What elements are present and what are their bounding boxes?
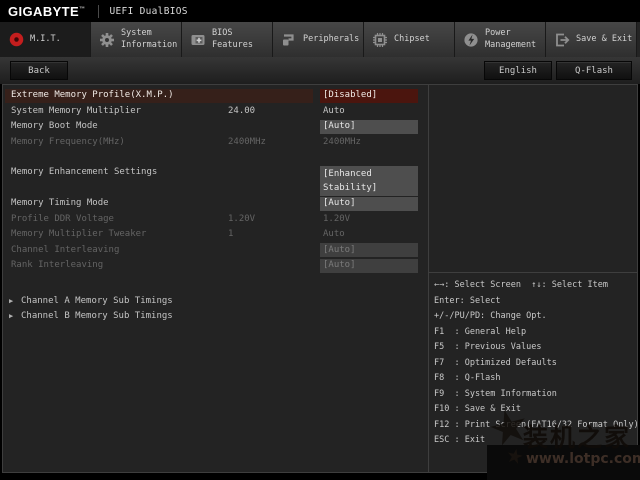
help-key-line: F9 : System Information xyxy=(434,388,557,399)
mit-icon xyxy=(7,31,25,49)
help-key-line: Enter: Select xyxy=(434,295,501,306)
tab-bar: M.I.T. System Information BIOS Features Perip… xyxy=(0,22,640,57)
submenu-row[interactable]: ▶ Channel A Memory Sub Timings xyxy=(3,294,428,310)
setting-row[interactable]: Extreme Memory Profile(X.M.P.) [Disabled] xyxy=(3,88,428,104)
tab-bios-features[interactable]: BIOS Features xyxy=(182,22,273,57)
help-key-line: F5 : Previous Values xyxy=(434,342,542,352)
setting-label: Memory Boot Mode xyxy=(11,121,98,131)
power-management-icon xyxy=(462,31,480,49)
bios-title: UEFI DualBIOS xyxy=(109,5,188,17)
help-key-line: ←→: Select Screen ↑↓: Select Item xyxy=(434,280,608,290)
setting-current-value: 2400MHz xyxy=(228,136,266,147)
qflash-button[interactable]: Q-Flash xyxy=(556,61,632,80)
tab-label: Save & Exit xyxy=(576,33,633,44)
title-divider xyxy=(97,4,99,18)
setting-row[interactable]: Memory Boot Mode [Auto] xyxy=(3,119,428,135)
chipset-icon xyxy=(371,31,389,49)
help-key-line: F7 : Optimized Defaults xyxy=(434,357,557,368)
setting-label: Channel B Memory Sub Timings xyxy=(21,311,173,321)
setting-current-value: 24.00 xyxy=(228,105,256,116)
tab-peripherals[interactable]: Peripherals xyxy=(273,22,364,57)
save-exit-icon xyxy=(553,31,571,49)
gigabyte-logo: GIGABYTE™ xyxy=(8,3,86,19)
trademark-symbol: ™ xyxy=(79,6,86,13)
setting-label: Channel A Memory Sub Timings xyxy=(21,295,173,306)
setting-label: System Memory Multiplier xyxy=(11,105,142,116)
setting-option-value: Auto xyxy=(323,229,345,239)
setting-current-value: 1.20V xyxy=(228,213,256,224)
help-key-line: +/-/PU/PD: Change Opt. xyxy=(434,311,547,321)
settings-list: Extreme Memory Profile(X.M.P.) [Disabled]… xyxy=(3,85,429,472)
bios-screen: GIGABYTE™ UEFI DualBIOS M.I.T. System Info… xyxy=(0,0,640,480)
tab-power-management[interactable]: Power Management xyxy=(455,22,546,57)
submenu-row[interactable]: ▶ Channel B Memory Sub Timings xyxy=(3,309,428,325)
system-information-icon xyxy=(98,31,116,49)
setting-row: Profile DDR Voltage 1.20V 1.20V xyxy=(3,212,428,228)
peripherals-icon xyxy=(280,31,298,49)
tab-label: Peripherals xyxy=(303,33,360,44)
toolbar: Back English Q-Flash xyxy=(0,57,640,84)
setting-option-value: [Auto] xyxy=(320,243,418,257)
setting-row: Channel Interleaving [Auto] xyxy=(3,243,428,259)
tab-save-exit[interactable]: Save & Exit xyxy=(546,22,637,57)
setting-label: Rank Interleaving xyxy=(11,260,104,270)
setting-option-value[interactable]: [Auto] xyxy=(320,119,418,134)
setting-row: Memory Multiplier Tweaker 1 Auto xyxy=(3,227,428,243)
row-spacer xyxy=(3,150,428,165)
tab-label: BIOS Features xyxy=(212,28,253,50)
tab-mit[interactable]: M.I.T. xyxy=(0,22,91,57)
language-button[interactable]: English xyxy=(484,61,552,80)
tab-label: Chipset xyxy=(394,33,430,44)
tab-label: Power Management xyxy=(485,28,537,50)
tab-chipset[interactable]: Chipset xyxy=(364,22,455,57)
setting-option-value[interactable]: [Auto] xyxy=(320,196,418,211)
setting-row: Rank Interleaving [Auto] xyxy=(3,258,428,274)
row-spacer xyxy=(3,274,428,294)
setting-label: Channel Interleaving xyxy=(11,244,120,255)
setting-row[interactable]: System Memory Multiplier 24.00 Auto xyxy=(3,104,428,120)
watermark-text: 装机之家 xyxy=(523,423,632,452)
help-key-line: F10 : Save & Exit xyxy=(434,404,521,414)
setting-label: Memory Frequency(MHz) xyxy=(11,136,125,147)
setting-option-value: 1.20V xyxy=(323,213,351,224)
bios-features-icon xyxy=(189,31,207,49)
setting-option-value[interactable]: Auto xyxy=(323,106,345,116)
watermark-url: www.lotpc.com xyxy=(526,451,640,467)
main-panel: Extreme Memory Profile(X.M.P.) [Disabled]… xyxy=(2,84,638,473)
help-key-line: F8 : Q-Flash xyxy=(434,373,501,383)
title-bar: GIGABYTE™ UEFI DualBIOS xyxy=(0,0,640,22)
help-panel: ←→: Select Screen ↑↓: Select Item Enter: … xyxy=(429,85,637,472)
setting-option-value: 2400MHz xyxy=(323,136,361,147)
back-button[interactable]: Back xyxy=(10,61,68,80)
setting-row: Memory Frequency(MHz) 2400MHz 2400MHz xyxy=(3,135,428,151)
setting-current-value: 1 xyxy=(228,229,234,239)
setting-label: Memory Enhancement Settings xyxy=(11,167,158,177)
tab-label: System Information xyxy=(121,28,178,50)
setting-row[interactable]: Memory Timing Mode [Auto] xyxy=(3,196,428,212)
setting-row[interactable]: Memory Enhancement Settings [Enhanced Stab… xyxy=(3,165,428,196)
submenu-arrow-icon: ▶ xyxy=(9,296,14,305)
setting-label: Memory Timing Mode xyxy=(11,198,109,208)
submenu-arrow-icon: ▶ xyxy=(9,312,14,320)
setting-option-value: [Auto] xyxy=(320,258,418,273)
setting-option-value[interactable]: [Disabled] xyxy=(320,88,418,103)
help-key-line: F1 : General Help xyxy=(434,326,527,337)
tab-label: M.I.T. xyxy=(30,33,61,44)
setting-label: Extreme Memory Profile(X.M.P.) xyxy=(11,90,174,100)
setting-label: Profile DDR Voltage xyxy=(11,213,114,224)
tab-system-information[interactable]: System Information xyxy=(91,22,182,57)
setting-label: Memory Multiplier Tweaker xyxy=(11,229,147,239)
setting-option-value[interactable]: [Enhanced Stability] xyxy=(320,165,418,196)
